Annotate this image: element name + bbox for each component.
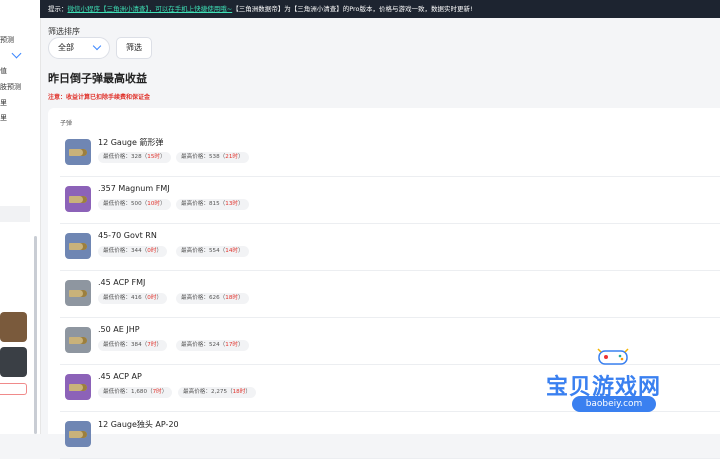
max-price-label: 最高价格： [181,201,209,207]
min-price-label: 最低价格： [103,342,131,348]
notice-bar: 提示：微信小程序【三角洲小清查】，可以在手机上快捷使用哦~【三角洲数据帝】为【三… [40,0,720,18]
ammo-name: .50 AE JHP [98,325,140,334]
max-price-badge: 最高价格：815（13时） [176,199,249,210]
sidebar-item[interactable]: 值 [0,66,7,76]
sidebar-tag[interactable] [0,383,27,395]
min-price-badge: 最低价格：500（10时） [98,199,171,210]
min-price-label: 最低价格： [103,248,131,254]
min-price-value: 1,680 [130,389,147,395]
gamepad-icon [597,348,629,365]
watermark-url: baobeiy.com [572,396,656,412]
table-row[interactable]: 45-70 Govt RN 最低价格：344（0时） 最高价格：554（14时） [60,224,720,271]
max-price-value: 554 [208,248,220,254]
notice-link[interactable]: 微信小程序【三角洲小清查】，可以在手机上快捷使用哦~ [68,5,233,13]
ammo-name: .45 ACP AP [98,372,142,381]
max-price-hour: 13时 [225,201,238,207]
min-price-badge: 最低价格：1,680（7时） [98,387,173,398]
sidebar-item[interactable]: 肢预测 [0,82,21,92]
min-price-hour: 0时 [147,295,157,301]
table-row[interactable]: 12 Gauge独头 AP-20 [60,412,720,459]
max-price-hour: 17时 [225,342,238,348]
max-price-value: 626 [208,295,220,301]
ammo-name: 45-70 Govt RN [98,231,157,240]
shotgun-shell-icon [65,421,91,447]
max-price-hour: 14时 [225,248,238,254]
min-price-badge: 最低价格：384（7时） [98,340,168,351]
sidebar-item[interactable]: 预测 [0,35,14,45]
sort-select-value: 全部 [58,43,74,52]
max-price-badge: 最高价格：538（21时） [176,152,249,163]
min-price-hour: 7时 [147,342,157,348]
min-price-value: 500 [130,201,142,207]
min-price-hour: 7时 [152,389,162,395]
table-row[interactable]: .45 ACP FMJ 最低价格：416（0时） 最高价格：626（18时） [60,271,720,318]
sidebar-item[interactable]: 里 [0,98,7,108]
thumbnail-image[interactable] [0,347,27,377]
max-price-badge: 最高价格：626（18时） [176,293,249,304]
fee-notice: 注意：收益计算已扣除手续费和保证金 [48,94,151,101]
max-price-label: 最高价格： [183,389,211,395]
filter-button[interactable]: 筛选 [116,37,152,59]
bullet-icon [65,280,91,306]
ammo-name: 12 Gauge 箭形弹 [98,138,164,147]
scrollbar[interactable] [34,236,37,434]
min-price-badge: 最低价格：328（15时） [98,152,171,163]
sidebar: 预测 值 肢预测 里 里 [0,0,41,434]
bullet-icon [65,374,91,400]
max-price-hour: 18时 [225,295,238,301]
min-price-value: 384 [130,342,142,348]
column-header: 子弹 [60,120,73,127]
min-price-hour: 10时 [147,201,160,207]
shotgun-shell-icon [65,139,91,165]
sidebar-item[interactable]: 里 [0,113,7,123]
max-price-hour: 21时 [225,154,238,160]
notice-prefix: 提示： [48,5,68,13]
max-price-value: 538 [208,154,220,160]
min-price-value: 344 [130,248,142,254]
max-price-value: 2,275 [210,389,227,395]
min-price-hour: 0时 [147,248,157,254]
min-price-label: 最低价格： [103,295,131,301]
table-row[interactable]: 12 Gauge 箭形弹 最低价格：328（15时） 最高价格：538（21时） [60,130,720,177]
bullet-icon [65,233,91,259]
min-price-label: 最低价格： [103,154,131,160]
thumbnail-image[interactable] [0,312,27,342]
min-price-label: 最低价格： [103,201,131,207]
table-row[interactable]: .357 Magnum FMJ 最低价格：500（10时） 最高价格：815（13时… [60,177,720,224]
bullet-icon [65,186,91,212]
ammo-name: 12 Gauge独头 AP-20 [98,420,179,429]
max-price-label: 最高价格： [181,342,209,348]
min-price-badge: 最低价格：416（0时） [98,293,168,304]
min-price-value: 416 [130,295,142,301]
ammo-name: .45 ACP FMJ [98,278,146,287]
ammo-name: .357 Magnum FMJ [98,184,170,193]
notice-text: 【三角洲数据帝】为【三角洲小清查】的Pro版本，价格与游戏一致，数据实时更新! [232,5,473,13]
max-price-badge: 最高价格：524（17时） [176,340,249,351]
sidebar-active-item[interactable] [0,206,30,222]
max-price-hour: 18时 [232,389,246,395]
max-price-badge: 最高价格：2,275（18时） [178,387,256,398]
max-price-value: 524 [208,342,220,348]
max-price-value: 815 [208,201,220,207]
page-title: 昨日倒子弹最高收益 [48,72,147,85]
bullet-icon [65,327,91,353]
max-price-label: 最高价格： [181,295,209,301]
chevron-down-icon [92,41,102,51]
min-price-label: 最低价格： [103,389,131,395]
max-price-label: 最高价格： [181,154,209,160]
max-price-badge: 最高价格：554（14时） [176,246,249,257]
min-price-hour: 15时 [147,154,160,160]
filter-label: 筛选排序 [48,27,80,36]
max-price-label: 最高价格： [181,248,209,254]
min-price-badge: 最低价格：344（0时） [98,246,168,257]
sort-select[interactable]: 全部 [48,37,110,59]
min-price-value: 328 [130,154,142,160]
chevron-down-icon[interactable] [11,48,22,59]
